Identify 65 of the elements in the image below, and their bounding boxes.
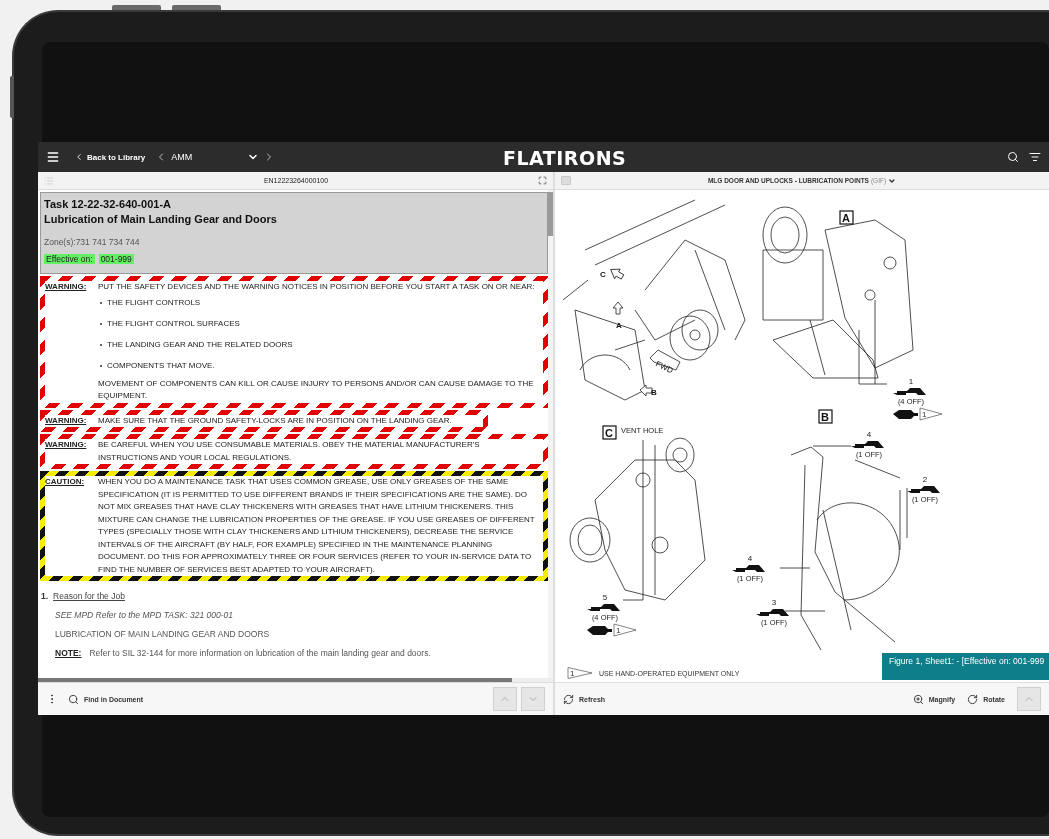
grease-gun-icon <box>732 565 765 572</box>
callout-number: 4 <box>866 430 872 439</box>
hand-pump-icon <box>587 626 612 635</box>
figure-caption: Figure 1, Sheet1: - [Effective on: 001-999 <box>882 653 1049 680</box>
scrollbar-thumb[interactable] <box>548 192 553 236</box>
search-icon <box>68 693 79 705</box>
section-number: 1. <box>41 591 49 601</box>
scrollbar-thumb[interactable] <box>38 678 512 682</box>
back-to-library-link[interactable]: Back to Library <box>70 150 150 164</box>
note-text: Refer to SIL 32-144 for more information on lubrication of the main landing gear and doors. <box>89 648 431 658</box>
task-number: Task 12-22-32-640-001-A <box>44 197 172 212</box>
magnifier-icon <box>912 693 924 705</box>
search-icon[interactable] <box>1007 151 1019 163</box>
note-flag-icon: 1 <box>613 623 637 637</box>
view-label: B <box>651 388 657 397</box>
caret-icon <box>888 176 897 185</box>
book-dropdown[interactable]: AMM <box>167 149 264 165</box>
rotate-icon <box>967 693 979 705</box>
note-flag-icon: 1 <box>567 667 593 679</box>
menu-icon[interactable] <box>46 150 60 164</box>
notice-text: MOVEMENT OF COMPONENTS CAN KILL OR CAUSE INJURY TO PERSONS AND/OR CAN CAUSE DAMAGE TO THE EQUIPMENT. <box>98 377 535 402</box>
grease-gun-icon <box>587 604 620 611</box>
filter-icon[interactable] <box>1029 151 1041 163</box>
task-title: Lubrication of Main Landing Gear and Doors <box>44 212 278 227</box>
notice-text: MAKE SURE THAT THE GROUND SAFETY-LOCKS ARE IN POSITION ON THE LANDING GEAR. <box>98 414 453 427</box>
callout-number: 5 <box>602 593 608 602</box>
view-label: A <box>616 321 622 330</box>
bullet-text: COMPONENTS THAT MOVE. <box>107 360 215 370</box>
zones-text: Zone(s):731 741 734 744 <box>44 237 141 247</box>
view-label: C <box>602 425 617 440</box>
bullet-text: THE FLIGHT CONTROL SURFACES <box>107 318 240 328</box>
view-label: B <box>818 409 833 424</box>
callout-number: 1 <box>908 377 914 386</box>
bullet-text: THE FLIGHT CONTROLS <box>107 297 201 307</box>
fwd-label: FWD <box>654 359 675 376</box>
callout-number: 4 <box>747 554 753 563</box>
notice-label: WARNING: <box>45 439 88 451</box>
callout-number: 3 <box>771 598 777 607</box>
notice-text: BE CAREFUL WHEN YOU USE CONSUMABLE MATERIALS. OBEY THE MATERIAL MANUFACTURER'S INSTRUCTIONS AND YOUR LOCAL REGULATIONS. <box>98 439 481 464</box>
note-flag-icon: 1 <box>919 407 943 421</box>
notice-label: WARNING: <box>45 414 88 427</box>
chevron-left-icon <box>74 152 84 162</box>
effectivity-value: 001-999 <box>98 254 134 264</box>
view-label: A <box>839 210 854 225</box>
fwd-arrow-icon <box>649 349 681 371</box>
hand-pump-icon <box>893 410 918 419</box>
app-logo: FLATIRONS <box>503 147 627 169</box>
notice-text: PUT THE SAFETY DEVICES AND THE WARNING NOTICES IN POSITION BEFORE YOU START A TASK ON OR NEAR: <box>98 281 536 293</box>
notice-text: WHEN YOU DO A MAINTENANCE TASK THAT USES COMMON GREASE, USE ONLY GREASES OF THE SAME SPECIFICATION (IT IS PERMITTED TO USE DIFFERENT BRANDS IF THEIR SPECIFICATIONS ARE THE SAME). DO NOT MIX GREASES THAT HAVE CLAY THICKENERS WITH GREASES THAT HAVE LITHIUM THICKENERS. THIS MIXTURE CAN CHANGE THE LUBRICATION PROPERTIES OF THE GREASE. IF YOU USE GREASES OF DIFFERENT TYPES (SPECIALLY THOSE WITH CLAY THICKENERS AND LITHIUM THICKENERS), DECREASE THE SERVICE INTERVALS OF THE AIRCRAFT (BY HALF, FOR EXAMPLE) SPECIFIED IN THE MAINTENANCE PLANNING DOCUMENT. DO THIS FOR APPROXIMATELY THREE OR FOUR SERVICES (REFER TO YOUR IN-SERVICE DATA TO FIND THE NUMBER OF SERVICES BEST ADAPTED TO YOUR AIRCRAFT). <box>98 476 536 576</box>
callout-number: 2 <box>922 475 928 484</box>
body-text: LUBRICATION OF MAIN LANDING GEAR AND DOORS <box>55 629 270 639</box>
reference-text: SEE MPD Refer to the MPD TASK: 321 000-01 <box>55 610 233 620</box>
notice-label: CAUTION: <box>45 476 86 488</box>
fullscreen-icon[interactable] <box>538 176 547 185</box>
view-label: C <box>600 270 606 279</box>
bullet-text: THE LANDING GEAR AND THE RELATED DOORS <box>107 339 293 349</box>
notice-label: WARNING: <box>45 281 88 293</box>
effectivity-label: Effective on: <box>44 254 95 264</box>
grease-gun-icon <box>893 388 926 395</box>
note-label: NOTE: <box>55 648 82 658</box>
section-link[interactable]: Reason for the Job <box>53 591 125 601</box>
grease-gun-icon <box>907 486 940 493</box>
refresh-icon <box>563 693 574 705</box>
grease-gun-icon <box>851 441 884 448</box>
grease-gun-icon <box>756 609 789 616</box>
